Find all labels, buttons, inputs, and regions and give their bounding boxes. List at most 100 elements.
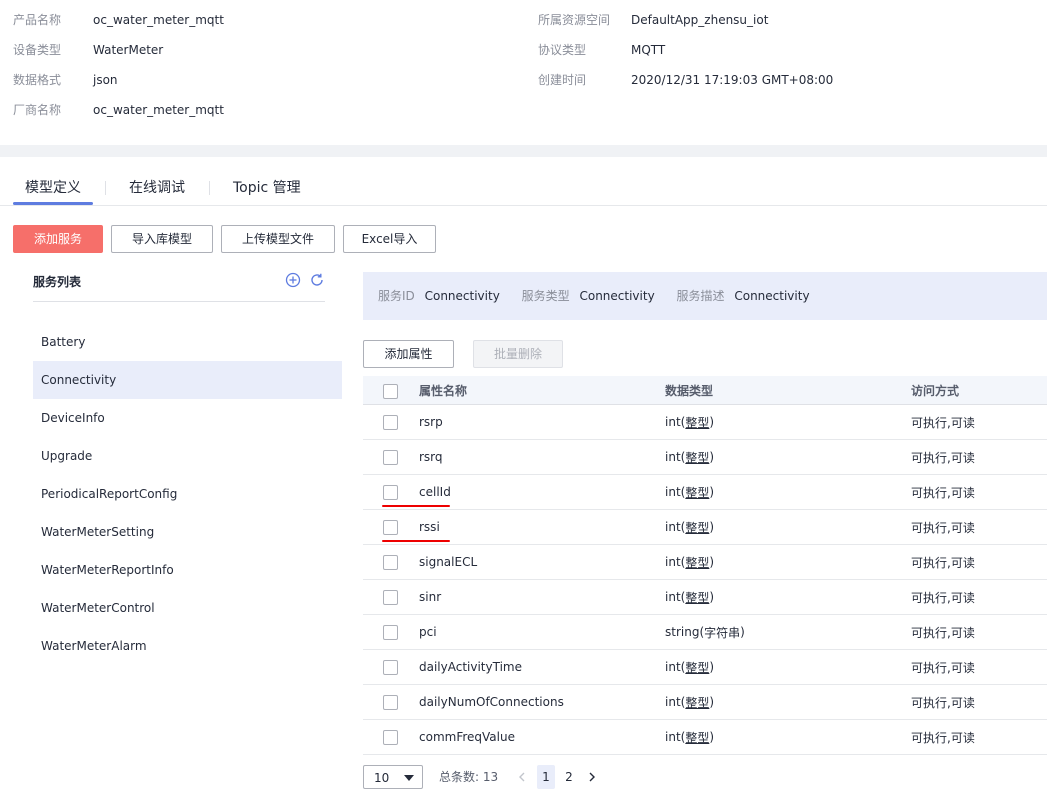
property-access: 可执行,可读 [911,695,975,710]
data-type-suffix: ) [709,730,715,744]
column-header-access: 访问方式 [911,383,960,398]
section-divider [0,145,1047,157]
service-item-deviceinfo[interactable]: DeviceInfo [33,399,342,437]
info-label: 产品名称 [13,13,62,27]
data-type-suffix: ) [740,625,745,639]
row-checkbox[interactable] [383,555,398,570]
data-type-prefix: string( [665,625,705,639]
refresh-icon[interactable] [309,272,325,288]
property-access: 可执行,可读 [911,450,975,465]
service-type-value: Connectivity [579,289,655,303]
property-name: dailyActivityTime [419,660,522,674]
data-type-prefix: int( [665,590,686,604]
info-label: 协议类型 [538,43,587,57]
service-item-periodicalreportconfig[interactable]: PeriodicalReportConfig [33,475,342,513]
page-1[interactable]: 1 [537,765,555,789]
property-access: 可执行,可读 [911,625,975,640]
data-type-prefix: int( [665,415,686,429]
data-type-link[interactable]: 整型 [685,694,709,711]
import-library-model-button[interactable]: 导入库模型 [111,225,213,253]
tab-model-definition[interactable]: 模型定义 [25,178,81,198]
property-data-type: int(整型) [665,580,714,614]
property-data-type: string(字符串) [665,615,745,649]
row-checkbox[interactable] [383,695,398,710]
data-type-link[interactable]: 整型 [685,554,709,571]
property-name: signalECL [419,555,478,569]
property-name: dailyNumOfConnections [419,695,564,709]
page-size-select[interactable]: 10 [363,765,423,789]
service-item-watermetersetting[interactable]: WaterMeterSetting [33,513,342,551]
service-id-label: 服务ID [378,289,415,303]
property-access: 可执行,可读 [911,590,975,605]
info-label: 数据格式 [13,73,62,87]
data-type-prefix: int( [665,520,686,534]
property-access: 可执行,可读 [911,660,975,675]
data-type-prefix: int( [665,660,686,674]
row-checkbox[interactable] [383,520,398,535]
data-type-prefix: int( [665,555,686,569]
data-type-link[interactable]: 整型 [685,729,709,746]
info-value: oc_water_meter_mqtt [93,103,224,117]
data-type-word: 字符串 [704,625,741,640]
row-checkbox[interactable] [383,415,398,430]
red-underline-annotation [382,505,450,507]
info-value: 2020/12/31 17:19:03 GMT+08:00 [631,73,834,87]
tab-topic-management[interactable]: Topic 管理 [233,178,301,198]
service-item-watermeteralarm[interactable]: WaterMeterAlarm [33,627,342,665]
row-checkbox[interactable] [383,625,398,640]
tab-separator [105,181,106,195]
property-data-type: int(整型) [665,440,714,474]
row-checkbox[interactable] [383,450,398,465]
data-type-prefix: int( [665,730,686,744]
add-service-button[interactable]: 添加服务 [13,225,103,253]
property-access: 可执行,可读 [911,555,975,570]
service-item-battery[interactable]: Battery [33,323,342,361]
data-type-link[interactable]: 整型 [685,659,709,676]
info-row-device-type: 设备类型 WaterMeter [13,40,493,60]
property-data-type: int(整型) [665,650,714,684]
add-property-button[interactable]: 添加属性 [363,340,454,368]
chevron-left-icon[interactable] [515,765,529,789]
property-access: 可执行,可读 [911,520,975,535]
page-2[interactable]: 2 [560,765,578,789]
row-checkbox[interactable] [383,485,398,500]
service-item-watermeterreportinfo[interactable]: WaterMeterReportInfo [33,551,342,589]
data-type-link[interactable]: 整型 [685,449,709,466]
pagination: 10 总条数: 13 1 2 [363,765,763,789]
product-info: 产品名称 oc_water_meter_mqtt 设备类型 WaterMeter… [0,0,1047,145]
tab-online-debug[interactable]: 在线调试 [129,178,185,198]
table-row: signalECL int(整型) 可执行,可读 [363,545,1047,580]
info-row-manufacturer: 厂商名称 oc_water_meter_mqtt [13,100,493,120]
property-access: 可执行,可读 [911,485,975,500]
service-item-upgrade[interactable]: Upgrade [33,437,342,475]
info-row-product-name: 产品名称 oc_water_meter_mqtt [13,10,493,30]
row-checkbox[interactable] [383,730,398,745]
info-value: DefaultApp_zhensu_iot [631,13,769,27]
property-name: cellId [419,485,451,499]
service-item-watermetercontrol[interactable]: WaterMeterControl [33,589,342,627]
table-row: commFreqValue int(整型) 可执行,可读 [363,720,1047,755]
data-type-suffix: ) [709,415,715,429]
data-type-link[interactable]: 整型 [685,519,709,536]
data-type-link[interactable]: 整型 [685,484,709,501]
table-row: rsrq int(整型) 可执行,可读 [363,440,1047,475]
service-item-connectivity[interactable]: Connectivity [33,361,342,399]
select-all-checkbox[interactable] [383,384,398,399]
batch-delete-button[interactable]: 批量删除 [473,340,563,368]
service-desc-value: Connectivity [734,289,810,303]
data-type-link[interactable]: 整型 [685,414,709,431]
data-type-link[interactable]: 整型 [685,589,709,606]
property-name: rsrq [419,450,443,464]
chevron-right-icon[interactable] [585,765,599,789]
row-checkbox[interactable] [383,660,398,675]
column-header-name: 属性名称 [419,383,468,398]
excel-import-button[interactable]: Excel导入 [343,225,436,253]
property-data-type: int(整型) [665,720,714,754]
info-label: 创建时间 [538,73,587,87]
row-checkbox[interactable] [383,590,398,605]
add-circle-icon[interactable] [285,272,301,288]
property-data-type: int(整型) [665,405,714,439]
property-data-type: int(整型) [665,510,714,544]
data-type-suffix: ) [709,555,715,569]
upload-model-file-button[interactable]: 上传模型文件 [221,225,335,253]
